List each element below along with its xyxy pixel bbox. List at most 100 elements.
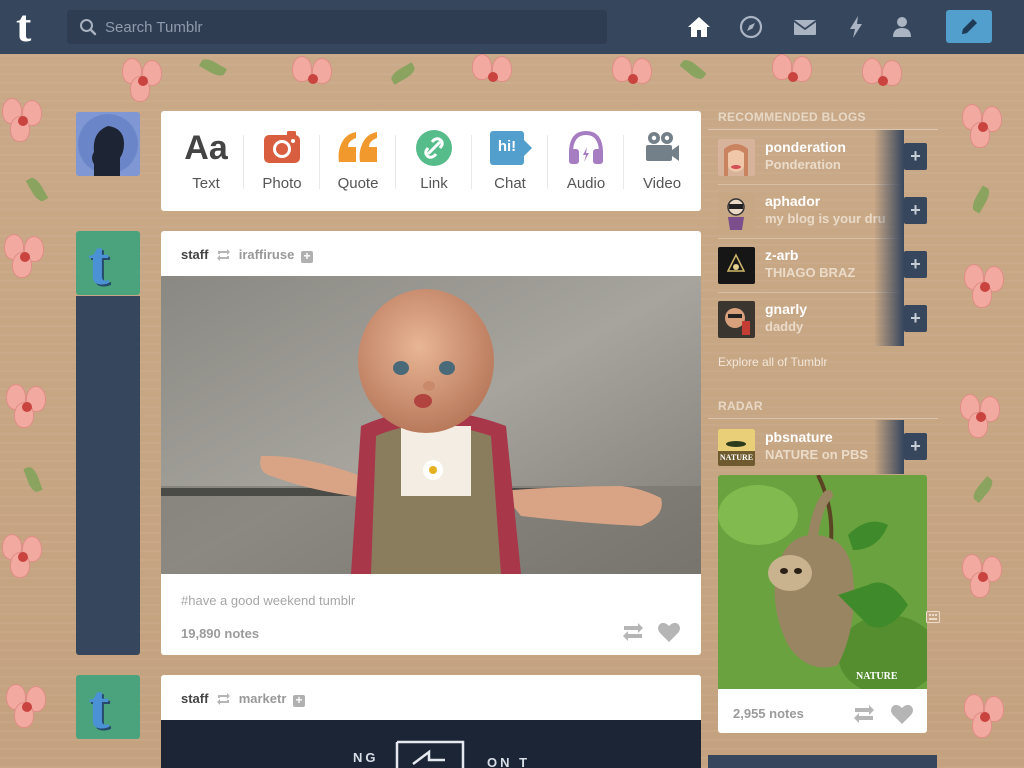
follow-button[interactable]: + <box>904 197 927 224</box>
flower-decoration <box>470 54 516 100</box>
post-type-label: Video <box>642 175 682 192</box>
post-type-chat[interactable]: hi! Chat <box>472 111 548 211</box>
radar-blog-item[interactable]: NATURE pbsnature NATURE on PBS + <box>708 420 938 474</box>
flower-decoration <box>962 264 1008 310</box>
heart-icon[interactable] <box>890 703 914 725</box>
post-blog-name[interactable]: staff <box>181 691 208 706</box>
post-type-label: Text <box>192 175 220 192</box>
search-input[interactable] <box>105 10 585 44</box>
banner-text-right: ON T <box>487 755 531 768</box>
staff-avatar[interactable]: t <box>76 231 140 295</box>
divider <box>708 418 938 419</box>
post-type-label: Quote <box>337 175 379 192</box>
blog-avatar[interactable] <box>718 301 755 338</box>
staff-avatar[interactable]: t <box>76 675 140 739</box>
compose-button[interactable] <box>946 10 992 43</box>
post-photo[interactable] <box>161 276 701 574</box>
post-type-link[interactable]: Link <box>396 111 472 211</box>
radar-notes-count[interactable]: 2,955 notes <box>733 706 804 721</box>
post-type-audio[interactable]: Audio <box>548 111 624 211</box>
radar-post-card: NATURE 2,955 notes <box>718 475 927 733</box>
blog-name[interactable]: pbsnature <box>765 429 833 445</box>
mail-icon[interactable] <box>792 14 818 40</box>
search-icon <box>80 19 97 36</box>
recommended-blog-item[interactable]: ponderation Ponderation + <box>708 130 938 184</box>
reblog-icon[interactable] <box>852 703 876 725</box>
post-type-label: Chat <box>494 175 526 192</box>
follow-source-button[interactable]: + <box>300 250 313 263</box>
blog-avatar[interactable]: NATURE <box>718 429 755 466</box>
reblog-icon <box>217 249 231 261</box>
post-tags[interactable]: #have a good weekend tumblr <box>181 593 355 608</box>
post-header: staff marketr + <box>181 691 306 707</box>
blog-name[interactable]: ponderation <box>765 139 846 155</box>
post-type-quote[interactable]: Quote <box>320 111 396 211</box>
blog-avatar[interactable] <box>718 139 755 176</box>
avatar-sticky-strip <box>76 296 140 655</box>
image-caption: NATURE <box>856 671 898 682</box>
flower-decoration <box>2 234 48 280</box>
camera-icon <box>264 131 300 163</box>
flower-decoration <box>770 54 816 100</box>
reblog-icon <box>217 693 231 705</box>
home-icon[interactable] <box>686 14 712 40</box>
recommended-blog-item[interactable]: z-arb THIAGO BRAZ + <box>708 238 938 292</box>
heart-icon[interactable] <box>657 621 681 643</box>
tumblr-t-logo: t <box>88 675 110 739</box>
quote-icon <box>338 132 377 162</box>
chat-icon: hi! <box>490 131 524 165</box>
keyboard-icon[interactable] <box>926 611 940 623</box>
blog-avatar[interactable] <box>718 247 755 284</box>
reblog-icon[interactable] <box>621 621 645 643</box>
banner-text-left: NG <box>353 750 379 765</box>
user-avatar[interactable] <box>76 112 140 176</box>
post-blog-name[interactable]: staff <box>181 247 208 262</box>
post-type-video[interactable]: Video <box>624 111 700 211</box>
silhouette-icon <box>76 112 140 176</box>
tumblr-t-logo: t <box>88 231 110 295</box>
lightning-icon[interactable] <box>843 14 869 40</box>
follow-button[interactable]: + <box>904 305 927 332</box>
post-source-blog[interactable]: iraffiruse <box>239 247 295 262</box>
sloth-photo[interactable]: NATURE <box>718 475 927 689</box>
explore-link[interactable]: Explore all of Tumblr <box>718 355 827 369</box>
follow-button[interactable]: + <box>904 433 927 460</box>
post-type-text[interactable]: Aa Text <box>168 111 244 211</box>
blog-name[interactable]: gnarly <box>765 301 807 317</box>
text-icon: Aa <box>184 129 228 167</box>
flower-decoration <box>120 58 166 104</box>
compass-icon[interactable] <box>738 14 764 40</box>
account-icon[interactable] <box>889 14 915 40</box>
search-box[interactable] <box>67 10 607 44</box>
follow-button[interactable]: + <box>904 251 927 278</box>
recommended-blog-item[interactable]: gnarly daddy + <box>708 292 938 346</box>
follow-source-button[interactable]: + <box>293 694 306 707</box>
flower-decoration <box>960 104 1006 150</box>
post-source-blog[interactable]: marketr <box>239 691 287 706</box>
post-banner-image[interactable]: NG ON T <box>161 720 701 768</box>
video-camera-icon <box>646 132 679 161</box>
flower-decoration <box>860 58 906 104</box>
flower-decoration <box>610 56 656 102</box>
recommended-blog-item[interactable]: aphador my blog is your dru + <box>708 184 938 238</box>
flower-decoration <box>0 98 46 144</box>
pencil-icon <box>962 19 977 34</box>
blog-name[interactable]: aphador <box>765 193 820 209</box>
recommended-blogs-heading: RECOMMENDED BLOGS <box>718 110 866 124</box>
flower-decoration <box>4 684 50 730</box>
flower-decoration <box>290 56 336 102</box>
blog-avatar[interactable] <box>718 193 755 230</box>
post-notes-count[interactable]: 19,890 notes <box>181 626 259 641</box>
blog-name[interactable]: z-arb <box>765 247 798 263</box>
baby-doll-image <box>161 276 701 574</box>
flower-decoration <box>4 384 50 430</box>
follow-button[interactable]: + <box>904 143 927 170</box>
post-type-menu: Aa Text Photo Quote Link hi! Chat Audio … <box>161 111 701 211</box>
tumblr-logo[interactable]: t <box>16 3 50 49</box>
post-type-photo[interactable]: Photo <box>244 111 320 211</box>
post-type-label: Audio <box>566 175 606 192</box>
post-type-label: Link <box>420 175 448 192</box>
headphones-icon <box>569 130 603 164</box>
sloth-image <box>718 475 927 689</box>
avatar-caption: NATURE <box>719 453 754 462</box>
